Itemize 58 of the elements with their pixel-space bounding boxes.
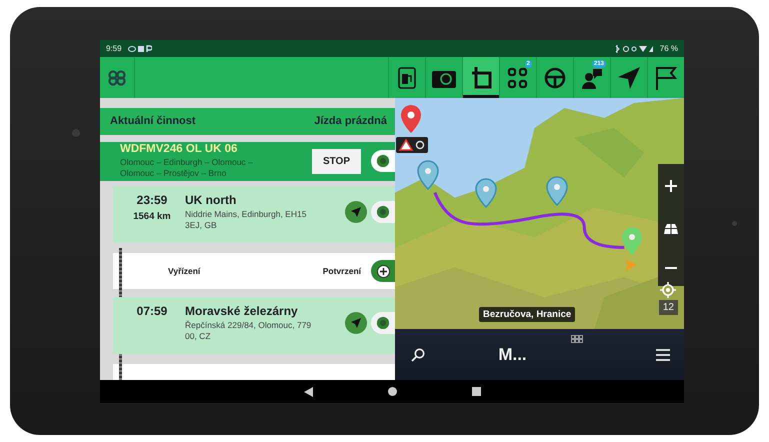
toggle-button[interactable] bbox=[371, 150, 395, 172]
task-action: Potvrzení bbox=[322, 266, 361, 276]
stop-distance: 1564 km bbox=[133, 211, 171, 222]
logo-icon bbox=[106, 70, 128, 86]
grid-icon bbox=[507, 66, 529, 90]
trip-route: Olomouc – Edinburgh – Olomouc – Olomouc – Prostějov – Brno bbox=[120, 157, 254, 180]
map-pin-icon[interactable] bbox=[546, 176, 568, 206]
map-pin-icon[interactable] bbox=[475, 178, 497, 208]
traffic-warning-icon[interactable] bbox=[396, 137, 428, 153]
add-button[interactable] bbox=[371, 260, 395, 282]
stop-name: Moravské železárny bbox=[185, 304, 299, 318]
locate-icon[interactable] bbox=[660, 282, 676, 298]
map-pin-icon[interactable] bbox=[400, 104, 422, 134]
navigation-arrow-icon bbox=[617, 66, 641, 90]
navigation-arrow-icon bbox=[351, 318, 361, 328]
steering-wheel-icon bbox=[544, 66, 566, 88]
battery-level: 76 % bbox=[660, 44, 678, 53]
stop-time: 07:59 bbox=[136, 304, 168, 318]
fuel-pump-icon bbox=[398, 66, 416, 88]
stop-address: Řepčínská 229/84, Olomouc, 779 00, CZ bbox=[185, 320, 312, 342]
stop-time: 23:59 bbox=[136, 193, 168, 207]
system-status-icons bbox=[614, 44, 654, 52]
trip-code: WDFMV246 OL UK 06 bbox=[120, 143, 238, 156]
clock: 9:59 bbox=[106, 44, 122, 53]
flag-icon bbox=[655, 66, 677, 90]
position-arrow-icon bbox=[624, 258, 638, 272]
toggle-button[interactable] bbox=[371, 312, 395, 334]
search-icon[interactable] bbox=[411, 348, 425, 362]
stop-address: Niddrie Mains, Edinburgh, EH15 3EJ, GB bbox=[185, 209, 308, 231]
back-icon[interactable] bbox=[304, 386, 312, 396]
task-row[interactable]: Vyřízení Potvrzení bbox=[113, 253, 395, 289]
zoom-in-icon[interactable] bbox=[665, 180, 677, 192]
notification-icons bbox=[128, 44, 152, 52]
activity-label: Aktuální činnost bbox=[110, 115, 196, 128]
map-pin-icon[interactable] bbox=[417, 160, 439, 190]
destination-label[interactable]: M... bbox=[498, 344, 527, 364]
navigate-button[interactable] bbox=[345, 312, 367, 334]
sensor-icon bbox=[732, 221, 737, 226]
street-label: Bezručova, Hranice bbox=[479, 307, 576, 322]
grid-icon[interactable] bbox=[570, 335, 583, 343]
stop-card[interactable]: 07:59 Moravské železárny Řepčínská 229/84, Olomouc, 779 00, CZ bbox=[113, 297, 395, 354]
stop-card[interactable]: 23:59 1564 km UK north Niddrie Mains, Edinburgh, EH15 3EJ, GB bbox=[113, 186, 395, 243]
activity-value: Jízda prázdná bbox=[314, 115, 387, 128]
recent-apps-icon[interactable] bbox=[472, 387, 480, 396]
person-chat-icon bbox=[581, 66, 603, 88]
navigation-arrow-icon bbox=[351, 207, 361, 217]
zoom-out-icon[interactable] bbox=[665, 266, 677, 270]
map-view-icon[interactable] bbox=[664, 224, 678, 234]
task-label: Vyřízení bbox=[168, 266, 200, 276]
toggle-button[interactable] bbox=[371, 201, 395, 223]
home-icon[interactable] bbox=[388, 387, 396, 396]
toolbar-tab[interactable] bbox=[462, 57, 499, 98]
zoom-level: 12 bbox=[658, 300, 678, 315]
navigate-button[interactable] bbox=[345, 201, 367, 223]
stop-button[interactable]: STOP bbox=[312, 148, 361, 174]
stop-name: UK north bbox=[185, 193, 238, 207]
menu-icon[interactable] bbox=[656, 348, 670, 360]
plus-icon bbox=[376, 264, 390, 278]
